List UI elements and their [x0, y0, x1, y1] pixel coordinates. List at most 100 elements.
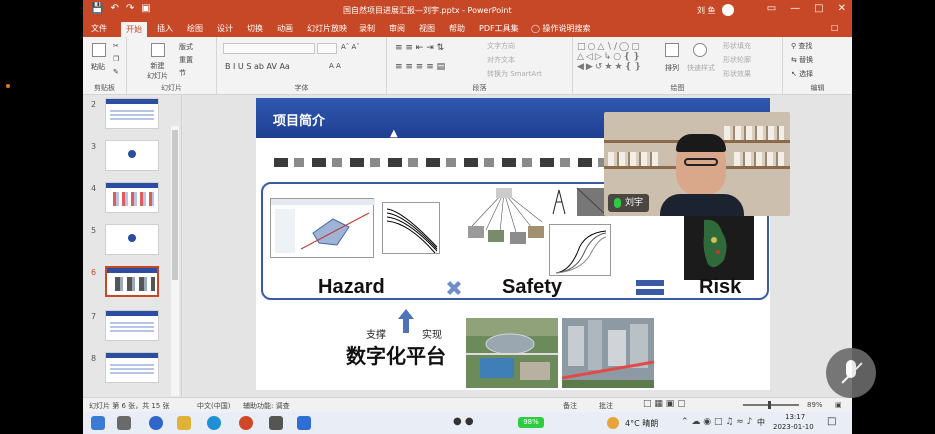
mute-mic-button[interactable]: [826, 348, 876, 398]
font-format-icons[interactable]: B I U S ab AV Aa: [225, 62, 290, 71]
thumbnail-scroll-thumb[interactable]: [172, 130, 178, 280]
thumbnail-slide-4[interactable]: 4: [83, 182, 182, 218]
windows-start-icon[interactable]: [91, 416, 105, 430]
view-buttons[interactable]: □ ▦ ▣ ▢: [643, 399, 686, 409]
hazard-software-figure: [270, 198, 375, 258]
tab-home[interactable]: 开始: [121, 22, 147, 37]
cursor-icon: ↖: [791, 70, 800, 78]
quick-styles-button[interactable]: 快速样式: [687, 63, 715, 73]
hazard-curves-figure: [382, 202, 440, 254]
thumbnail-slide-8[interactable]: 8: [83, 352, 182, 388]
comments-button[interactable]: 批注: [599, 401, 613, 411]
tab-review[interactable]: 审阅: [389, 23, 405, 34]
font-size-input[interactable]: [317, 43, 337, 54]
tab-design[interactable]: 设计: [217, 23, 233, 34]
clock-date[interactable]: 2023-01-10: [773, 423, 814, 431]
thumbnail-number: 2: [91, 100, 97, 109]
zoom-slider[interactable]: [743, 404, 799, 406]
task-view-icon[interactable]: [117, 416, 131, 430]
zoom-slider-knob[interactable]: [768, 401, 771, 409]
arrange-button[interactable]: 排列: [665, 63, 679, 73]
tab-animations[interactable]: 动画: [277, 23, 293, 34]
tab-view[interactable]: 视图: [419, 23, 435, 34]
zoom-level[interactable]: 89%: [807, 401, 823, 409]
risk-map-chart: [703, 219, 727, 268]
tab-draw[interactable]: 绘图: [187, 23, 203, 34]
accessibility-status[interactable]: 辅助功能: 调查: [243, 401, 290, 411]
new-slide-button[interactable]: 新建 幻灯片: [147, 61, 168, 81]
powerpoint-icon[interactable]: [239, 416, 253, 430]
file-explorer-icon[interactable]: [177, 416, 191, 430]
shape-fill-button[interactable]: 形状填充: [723, 41, 751, 51]
font-color-icon[interactable]: A A: [329, 62, 341, 70]
format-painter-icon[interactable]: ✎: [113, 68, 119, 76]
section-button[interactable]: 节: [179, 68, 186, 78]
thumbnail-slide-2[interactable]: 2: [83, 98, 182, 134]
cursor-icon: ▲: [390, 128, 398, 139]
notes-button[interactable]: 备注: [563, 401, 577, 411]
ime-indicator[interactable]: 中: [757, 417, 765, 428]
fit-slide-icon[interactable]: ▣: [835, 401, 842, 409]
thumbnail-number: 6: [91, 268, 97, 277]
tab-record[interactable]: 录制: [359, 23, 375, 34]
paste-button[interactable]: 粘贴: [91, 62, 105, 72]
restore-icon[interactable]: □: [814, 3, 823, 14]
weather-text[interactable]: 4°C 晴朗: [625, 418, 658, 429]
notification-icon[interactable]: □: [827, 416, 836, 427]
user-account[interactable]: 刘 鱼: [697, 4, 734, 16]
tab-help[interactable]: 帮助: [449, 23, 465, 34]
align-text-button[interactable]: 对齐文本: [487, 55, 515, 65]
align-icons[interactable]: ≡ ≡ ≡ ≡ ▤: [395, 62, 445, 72]
thumbnail-number: 8: [91, 354, 97, 363]
minimize-icon[interactable]: —: [790, 3, 800, 14]
comments-icon[interactable]: □: [831, 23, 839, 32]
find-button[interactable]: ⚲ 查找: [791, 41, 812, 51]
edge-icon[interactable]: [207, 416, 221, 430]
thumbnail-slide-7[interactable]: 7: [83, 310, 182, 346]
smartart-button[interactable]: 转换为 SmartArt: [487, 69, 542, 79]
find-label: 查找: [798, 42, 813, 50]
app-icon[interactable]: [269, 416, 283, 430]
layout-button[interactable]: 版式: [179, 42, 193, 52]
thumbnail-slide-3[interactable]: 3: [83, 140, 182, 176]
select-button[interactable]: ↖ 选择: [791, 69, 813, 79]
hazard-label: Hazard: [318, 276, 385, 298]
undo-icon[interactable]: ↶: [110, 3, 118, 14]
thumbnail-slide-5[interactable]: 5: [83, 224, 182, 260]
shape-outline-button[interactable]: 形状轮廓: [723, 55, 751, 65]
text-direction-button[interactable]: 文字方向: [487, 41, 515, 51]
save-icon[interactable]: 💾: [91, 3, 103, 14]
tab-file[interactable]: 文件: [91, 23, 107, 34]
cut-icon[interactable]: ✂: [113, 42, 119, 50]
grow-font-icon[interactable]: Aˆ Aˇ: [341, 43, 360, 51]
tab-tell-me[interactable]: ◯ 操作说明搜索: [531, 23, 591, 34]
tray-icons[interactable]: ⌃ ☁ ◉ □ ♫ ≈ ♪: [681, 417, 752, 427]
replace-button[interactable]: ⇆ 替换: [791, 55, 813, 65]
tab-slideshow[interactable]: 幻灯片放映: [307, 23, 347, 34]
thumbnail-image: [105, 182, 159, 213]
thumbnail-slide-6[interactable]: 6: [83, 266, 182, 302]
font-name-input[interactable]: [223, 43, 315, 54]
meeting-app-icon[interactable]: [297, 416, 311, 430]
group-font: Aˆ Aˇ B I U S ab AV Aa A A 字体: [217, 37, 387, 95]
list-icons[interactable]: ≡ ≡ ⇤ ⇥ ⇅: [395, 43, 444, 53]
ribbon-display-icon[interactable]: ▭: [767, 3, 776, 14]
present-icon[interactable]: ▣: [141, 3, 150, 14]
mic-active-icon: [614, 198, 621, 208]
camera-controls-icon[interactable]: ● ●: [453, 416, 474, 427]
copy-icon[interactable]: ❐: [113, 55, 119, 63]
shapes-gallery[interactable]: □○△∖∕◯▢ △◁▷↳○❴❵ ◀▶↺★★❴❵: [577, 42, 651, 72]
language-indicator[interactable]: 中文(中国): [197, 401, 230, 411]
close-icon[interactable]: ✕: [838, 3, 846, 14]
redo-icon[interactable]: ↷: [126, 3, 134, 14]
tab-pdf-tools[interactable]: PDF工具集: [479, 23, 519, 34]
tab-transitions[interactable]: 切换: [247, 23, 263, 34]
shape-effects-button[interactable]: 形状效果: [723, 69, 751, 79]
clock-time[interactable]: 13:17: [785, 413, 805, 421]
reset-button[interactable]: 重置: [179, 55, 193, 65]
weather-sun-icon: [607, 417, 619, 429]
app-l-icon[interactable]: [149, 416, 163, 430]
quick-access-toolbar: 💾 ↶ ↷ ▣: [91, 3, 151, 14]
group-label-slides: 幻灯片: [161, 84, 182, 92]
tab-insert[interactable]: 插入: [157, 23, 173, 34]
